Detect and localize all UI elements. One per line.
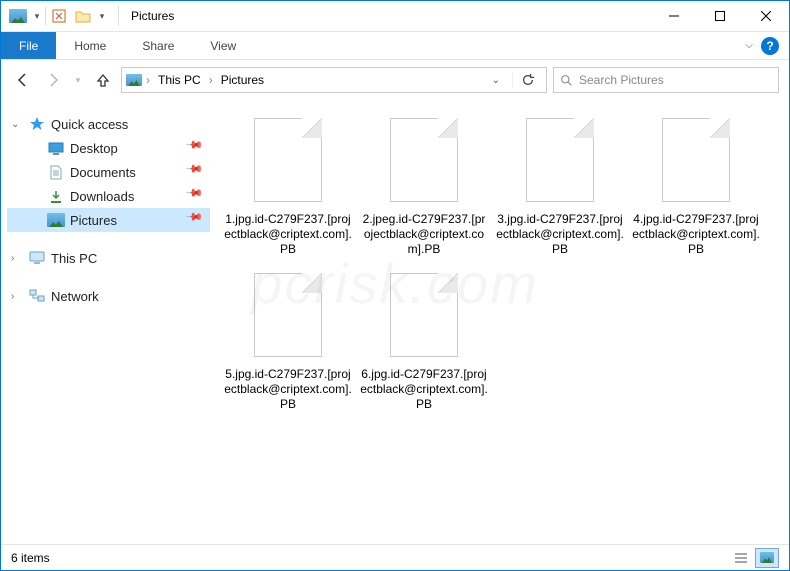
crumb-this-pc[interactable]: This PC	[154, 73, 205, 87]
tree-label: Quick access	[51, 117, 128, 132]
refresh-button[interactable]	[512, 73, 542, 87]
minimize-button[interactable]	[651, 1, 697, 32]
sidebar-item-pictures[interactable]: Pictures 📌	[7, 208, 210, 232]
sidebar-item-downloads[interactable]: Downloads 📌	[7, 184, 210, 208]
sidebar-item-label: Documents	[70, 165, 136, 180]
search-placeholder: Search Pictures	[579, 73, 664, 87]
chevron-right-icon[interactable]: ›	[144, 73, 152, 87]
navigation-pane: ⌄ Quick access Desktop📌Documents📌Downloa…	[1, 100, 216, 544]
file-name-label: 2.jpeg.id-C279F237.[projectblack@criptex…	[360, 212, 488, 257]
file-tab[interactable]: File	[1, 32, 56, 59]
file-item[interactable]: 1.jpg.id-C279F237.[projectblack@criptext…	[222, 112, 354, 257]
window-controls	[651, 1, 789, 32]
pin-icon: 📌	[185, 207, 211, 233]
expand-icon[interactable]: ›	[11, 253, 23, 264]
folder-icon	[47, 212, 65, 228]
pin-icon: 📌	[185, 159, 211, 185]
collapse-icon[interactable]: ⌄	[11, 119, 23, 130]
file-name-label: 3.jpg.id-C279F237.[projectblack@criptext…	[496, 212, 624, 257]
file-item[interactable]: 6.jpg.id-C279F237.[projectblack@criptext…	[358, 267, 490, 412]
expand-icon[interactable]: ›	[11, 291, 23, 302]
qat-dropdown-icon[interactable]: ▾	[31, 5, 43, 27]
qat-dropdown2-icon[interactable]: ▾	[96, 5, 108, 27]
help-icon[interactable]: ?	[761, 37, 779, 55]
search-icon	[560, 74, 573, 87]
sidebar-item-label: Desktop	[70, 141, 118, 156]
file-icon	[382, 112, 466, 208]
tab-view[interactable]: View	[192, 32, 254, 59]
file-item[interactable]: 5.jpg.id-C279F237.[projectblack@criptext…	[222, 267, 354, 412]
pin-icon: 📌	[185, 135, 211, 161]
quick-access-toolbar: ▾ ▾	[1, 5, 114, 27]
folder-icon	[47, 188, 65, 204]
tree-label: Network	[51, 289, 99, 304]
crumb-current[interactable]: Pictures	[217, 73, 268, 87]
back-button[interactable]	[11, 68, 35, 92]
file-name-label: 4.jpg.id-C279F237.[projectblack@criptext…	[632, 212, 760, 257]
content-pane[interactable]: 1.jpg.id-C279F237.[projectblack@criptext…	[216, 100, 789, 544]
details-view-button[interactable]	[729, 548, 753, 568]
large-icons-view-button[interactable]	[755, 548, 779, 568]
location-icon	[126, 74, 142, 86]
close-button[interactable]	[743, 1, 789, 32]
tab-home[interactable]: Home	[56, 32, 124, 59]
up-button[interactable]	[91, 68, 115, 92]
chevron-right-icon[interactable]: ›	[207, 73, 215, 87]
network-icon	[28, 288, 46, 304]
sidebar-item-documents[interactable]: Documents 📌	[7, 160, 210, 184]
file-icon	[246, 267, 330, 363]
file-item[interactable]: 2.jpeg.id-C279F237.[projectblack@criptex…	[358, 112, 490, 257]
search-input[interactable]: Search Pictures	[553, 67, 779, 93]
folder-icon	[47, 164, 65, 180]
sidebar-item-label: Pictures	[70, 213, 117, 228]
item-count: 6 items	[11, 551, 50, 565]
address-dropdown-icon[interactable]: ⌄	[486, 75, 506, 86]
file-name-label: 1.jpg.id-C279F237.[projectblack@criptext…	[224, 212, 352, 257]
ribbon: File Home Share View ⌵ ?	[1, 32, 789, 60]
tree-network[interactable]: › Network	[7, 284, 210, 308]
file-item[interactable]: 3.jpg.id-C279F237.[projectblack@criptext…	[494, 112, 626, 257]
sidebar-item-desktop[interactable]: Desktop 📌	[7, 136, 210, 160]
title-separator	[118, 6, 119, 26]
tree-this-pc[interactable]: › This PC	[7, 246, 210, 270]
file-icon	[518, 112, 602, 208]
tab-share[interactable]: Share	[124, 32, 192, 59]
maximize-button[interactable]	[697, 1, 743, 32]
computer-icon	[28, 250, 46, 266]
forward-button[interactable]	[41, 68, 65, 92]
file-icon	[382, 267, 466, 363]
sidebar-item-label: Downloads	[70, 189, 134, 204]
pin-icon: 📌	[185, 183, 211, 209]
app-icon	[7, 5, 29, 27]
file-name-label: 5.jpg.id-C279F237.[projectblack@criptext…	[224, 367, 352, 412]
properties-icon[interactable]	[48, 5, 70, 27]
titlebar: ▾ ▾ Pictures	[1, 1, 789, 32]
address-bar: ▾ › This PC › Pictures ⌄ Search Pictures	[1, 60, 789, 100]
status-bar: 6 items	[1, 544, 789, 570]
body: ⌄ Quick access Desktop📌Documents📌Downloa…	[1, 100, 789, 544]
file-name-label: 6.jpg.id-C279F237.[projectblack@criptext…	[360, 367, 488, 412]
tree-label: This PC	[51, 251, 97, 266]
recent-dropdown-icon[interactable]: ▾	[71, 68, 85, 92]
window-title: Pictures	[123, 9, 174, 23]
qat-separator	[45, 7, 46, 25]
tree-quick-access[interactable]: ⌄ Quick access	[7, 112, 210, 136]
file-icon	[654, 112, 738, 208]
ribbon-expand-icon[interactable]: ⌵	[745, 40, 753, 51]
file-icon	[246, 112, 330, 208]
star-icon	[28, 116, 46, 132]
breadcrumb-bar[interactable]: › This PC › Pictures ⌄	[121, 67, 547, 93]
new-folder-icon[interactable]	[72, 5, 94, 27]
folder-icon	[47, 140, 65, 156]
file-item[interactable]: 4.jpg.id-C279F237.[projectblack@criptext…	[630, 112, 762, 257]
